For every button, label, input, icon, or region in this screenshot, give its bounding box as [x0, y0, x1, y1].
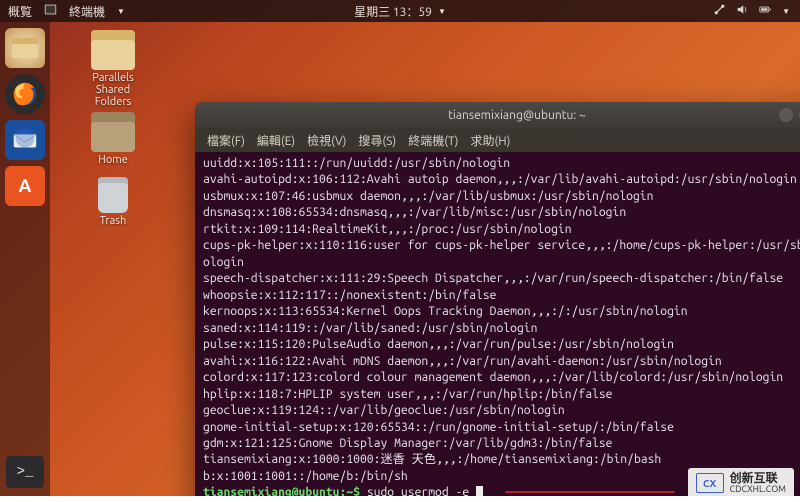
menu-search[interactable]: 搜尋(S) [354, 130, 400, 151]
window-titlebar[interactable]: tiansemixiang@ubuntu: ~ [195, 102, 800, 128]
annotation-underline [505, 491, 675, 493]
terminal-app-indicator-icon [44, 3, 57, 19]
battery-icon[interactable] [759, 3, 772, 19]
desktop-icon-label: Trash [78, 215, 148, 227]
desktop-icon-parallels-shared[interactable]: Parallels Shared Folders [78, 30, 148, 108]
terminal-output-line: gdm:x:121:125:Gnome Display Manager:/var… [203, 436, 800, 452]
network-icon[interactable] [713, 3, 726, 19]
watermark-text-en: CDCXHL.COM [730, 485, 786, 494]
terminal-output-line: dnsmasq:x:108:65534:dnsmasq,,,:/var/lib/… [203, 205, 800, 221]
terminal-menubar: 檔案(F) 編輯(E) 檢視(V) 搜尋(S) 終端機(T) 求助(H) [195, 128, 800, 152]
top-panel: 概覧 終端機 ▼ 星期三 13：59 ▼ ▼ [0, 0, 800, 22]
watermark-logo: CX [696, 473, 724, 493]
desktop[interactable]: Parallels Shared Folders Home Trash tian… [50, 22, 800, 502]
terminal-output-line: tiansemixiang:x:1000:1000:迷香 天色,,,:/home… [203, 452, 800, 468]
watermark-text-zh: 创新互联 [730, 473, 786, 485]
terminal-output-line: usbmux:x:107:46:usbmux daemon,,,:/var/li… [203, 189, 800, 205]
desktop-icon-trash[interactable]: Trash [78, 177, 148, 227]
desktop-icon-label: Parallels Shared Folders [78, 72, 148, 108]
menu-file[interactable]: 檔案(F) [203, 130, 249, 151]
menu-terminal[interactable]: 終端機(T) [404, 130, 462, 151]
window-title: tiansemixiang@ubuntu: ~ [448, 109, 586, 122]
terminal-output-line: avahi-autoipd:x:106:112:Avahi autoip dae… [203, 172, 800, 188]
active-app-title[interactable]: 終端機 [69, 3, 105, 20]
terminal-glyph: >_ [17, 464, 34, 480]
firefox-icon [10, 79, 40, 109]
terminal-output-line: speech-dispatcher:x:111:29:Speech Dispat… [203, 271, 800, 287]
power-menu-arrow-icon[interactable]: ▼ [782, 7, 790, 16]
clock[interactable]: 星期三 13：59 [354, 3, 432, 20]
terminal-output-line: colord:x:117:123:colord colour managemen… [203, 370, 800, 386]
menu-edit[interactable]: 編輯(E) [253, 130, 299, 151]
terminal-output-line: kernoops:x:113:65534:Kernel Oops Trackin… [203, 304, 800, 320]
watermark: CX 创新互联 CDCXHL.COM [688, 468, 794, 498]
app-menu-arrow-icon[interactable]: ▼ [117, 7, 125, 16]
terminal-output-line: hplip:x:118:7:HPLIP system user,,,:/var/… [203, 387, 800, 403]
home-folder-icon [91, 112, 135, 152]
folder-icon [91, 30, 135, 70]
volume-icon[interactable] [736, 3, 749, 19]
dock-firefox[interactable] [5, 74, 45, 114]
terminal-window: tiansemixiang@ubuntu: ~ 檔案(F) 編輯(E) 檢視(V… [195, 102, 800, 502]
dock-ubuntu-software[interactable] [5, 166, 45, 206]
dock-thunderbird[interactable] [5, 120, 45, 160]
desktop-icon-home[interactable]: Home [78, 112, 148, 166]
terminal-output-line: gnome-initial-setup:x:120:65534::/run/gn… [203, 420, 800, 436]
desktop-icon-label: Home [78, 154, 148, 166]
dock-terminal[interactable]: >_ [6, 456, 44, 488]
image-border [0, 496, 800, 502]
terminal-output-line: whoopsie:x:112:117::/nonexistent:/bin/fa… [203, 288, 800, 304]
window-minimize-button[interactable] [779, 108, 793, 122]
activities-label[interactable]: 概覧 [8, 3, 32, 20]
dock: >_ [0, 22, 50, 502]
thunderbird-icon [10, 125, 40, 155]
terminal-output-line: rtkit:x:109:114:RealtimeKit,,,:/proc:/us… [203, 222, 800, 238]
menu-help[interactable]: 求助(H) [466, 130, 514, 151]
trash-icon [98, 177, 128, 213]
terminal-body[interactable]: uuidd:x:105:111::/run/uuidd:/usr/sbin/no… [195, 152, 800, 502]
terminal-output-line: avahi:x:116:122:Avahi mDNS daemon,,,:/va… [203, 354, 800, 370]
terminal-output-line: saned:x:114:119::/var/lib/saned:/usr/sbi… [203, 321, 800, 337]
terminal-output-line: pulse:x:115:120:PulseAudio daemon,,,:/va… [203, 337, 800, 353]
menu-view[interactable]: 檢視(V) [303, 130, 350, 151]
terminal-output-line: cups-pk-helper:x:110:116:user for cups-p… [203, 238, 800, 271]
terminal-output-line: geoclue:x:119:124::/var/lib/geoclue:/usr… [203, 403, 800, 419]
dock-files[interactable] [5, 28, 45, 68]
clock-arrow-icon: ▼ [438, 7, 446, 16]
terminal-output-line: uuidd:x:105:111::/run/uuidd:/usr/sbin/no… [203, 156, 800, 172]
